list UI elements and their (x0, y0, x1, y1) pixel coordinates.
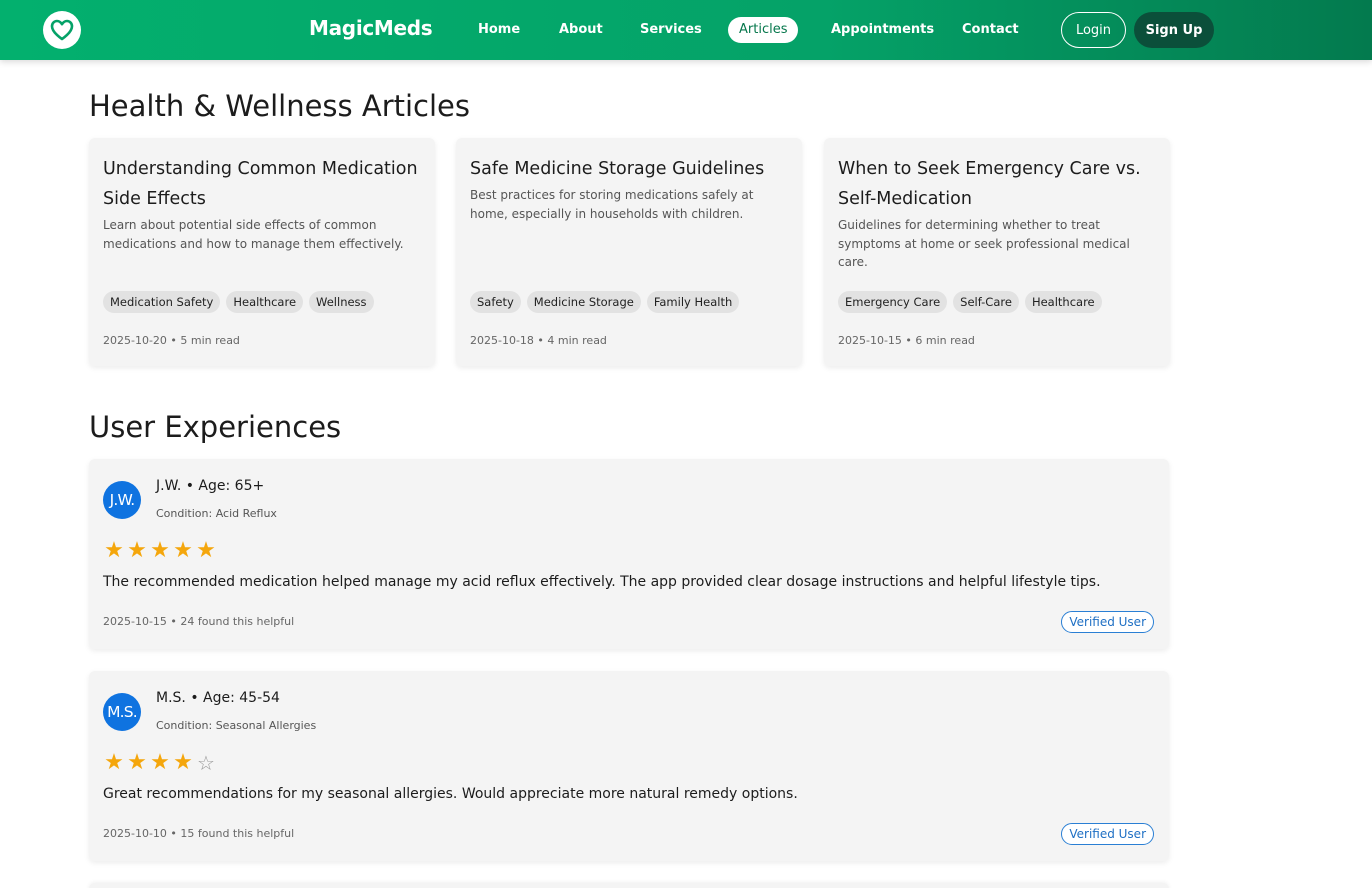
tag[interactable]: Medication Safety (103, 291, 221, 313)
article-title[interactable]: Safe Medicine Storage Guidelines (470, 154, 788, 184)
avatar: M.S. (103, 693, 141, 731)
star-filled-icon: ★ (173, 750, 193, 775)
signup-button[interactable]: Sign Up (1134, 12, 1214, 48)
star-filled-icon: ★ (104, 538, 124, 563)
verified-badge: Verified User (1061, 611, 1154, 633)
review-card (89, 883, 1169, 888)
star-filled-icon: ★ (127, 538, 147, 563)
star-filled-icon: ★ (104, 750, 124, 775)
brand-name[interactable]: MagicMeds (309, 16, 433, 40)
article-title[interactable]: When to Seek Emergency Care vs. Self-Med… (838, 154, 1156, 214)
nav-about[interactable]: About (559, 17, 603, 43)
top-navbar: MagicMeds Home About Services Articles A… (0, 0, 1372, 60)
nav-home[interactable]: Home (478, 17, 520, 43)
star-rating: ★ ★ ★ ★ ★ (103, 539, 217, 563)
star-filled-icon: ★ (127, 750, 147, 775)
star-filled-icon: ★ (150, 538, 170, 563)
tag[interactable]: Healthcare (1024, 291, 1102, 313)
article-card[interactable]: When to Seek Emergency Care vs. Self-Med… (824, 138, 1170, 366)
article-meta: 2025-10-18 • 4 min read (470, 334, 607, 347)
review-card: M.S. M.S. • Age: 45-54 Condition: Season… (89, 671, 1169, 861)
verified-badge: Verified User (1061, 823, 1154, 845)
condition-label: Condition: Acid Reflux (156, 507, 277, 520)
heart-icon (50, 19, 74, 41)
articles-heading: Health & Wellness Articles (89, 89, 471, 123)
star-filled-icon: ★ (196, 538, 216, 563)
tag[interactable]: Family Health (646, 291, 740, 313)
reviewer-info: M.S. • Age: 45-54 (156, 690, 280, 706)
article-description: Guidelines for determining whether to tr… (838, 218, 1130, 269)
review-card: J.W. J.W. • Age: 65+ Condition: Acid Ref… (89, 459, 1169, 649)
star-empty-icon: ☆ (197, 751, 215, 775)
nav-articles[interactable]: Articles (728, 17, 799, 43)
tag-list: Medication Safety Healthcare Wellness (103, 291, 374, 313)
star-filled-icon: ★ (150, 750, 170, 775)
tag[interactable]: Wellness (309, 291, 374, 313)
star-rating: ★ ★ ★ ★ ☆ (103, 750, 217, 776)
article-description: Best practices for storing medications s… (470, 188, 754, 221)
article-description: Learn about potential side effects of co… (103, 218, 404, 251)
review-text: The recommended medication helped manage… (103, 574, 1101, 590)
article-card[interactable]: Understanding Common Medication Side Eff… (89, 138, 435, 366)
article-card[interactable]: Safe Medicine Storage Guidelines Best pr… (456, 138, 802, 366)
nav-contact[interactable]: Contact (962, 17, 1019, 43)
tag[interactable]: Medicine Storage (526, 291, 641, 313)
login-button[interactable]: Login (1061, 12, 1126, 48)
article-title[interactable]: Understanding Common Medication Side Eff… (103, 154, 421, 214)
article-meta: 2025-10-20 • 5 min read (103, 334, 240, 347)
reviewer-info: J.W. • Age: 65+ (156, 478, 265, 494)
article-meta: 2025-10-15 • 6 min read (838, 334, 975, 347)
avatar: J.W. (103, 481, 141, 519)
review-meta: 2025-10-10 • 15 found this helpful (103, 827, 295, 840)
tag-list: Emergency Care Self-Care Healthcare (838, 291, 1102, 313)
tag[interactable]: Self-Care (953, 291, 1019, 313)
experiences-heading: User Experiences (89, 410, 342, 444)
review-text: Great recommendations for my seasonal al… (103, 786, 798, 802)
review-meta: 2025-10-15 • 24 found this helpful (103, 615, 295, 628)
nav-appointments[interactable]: Appointments (831, 17, 934, 43)
condition-label: Condition: Seasonal Allergies (156, 719, 317, 732)
nav-services[interactable]: Services (640, 17, 702, 43)
tag[interactable]: Healthcare (226, 291, 304, 313)
logo[interactable] (43, 11, 81, 49)
tag[interactable]: Safety (470, 291, 521, 313)
tag[interactable]: Emergency Care (838, 291, 948, 313)
tag-list: Safety Medicine Storage Family Health (470, 291, 740, 313)
star-filled-icon: ★ (173, 538, 193, 563)
